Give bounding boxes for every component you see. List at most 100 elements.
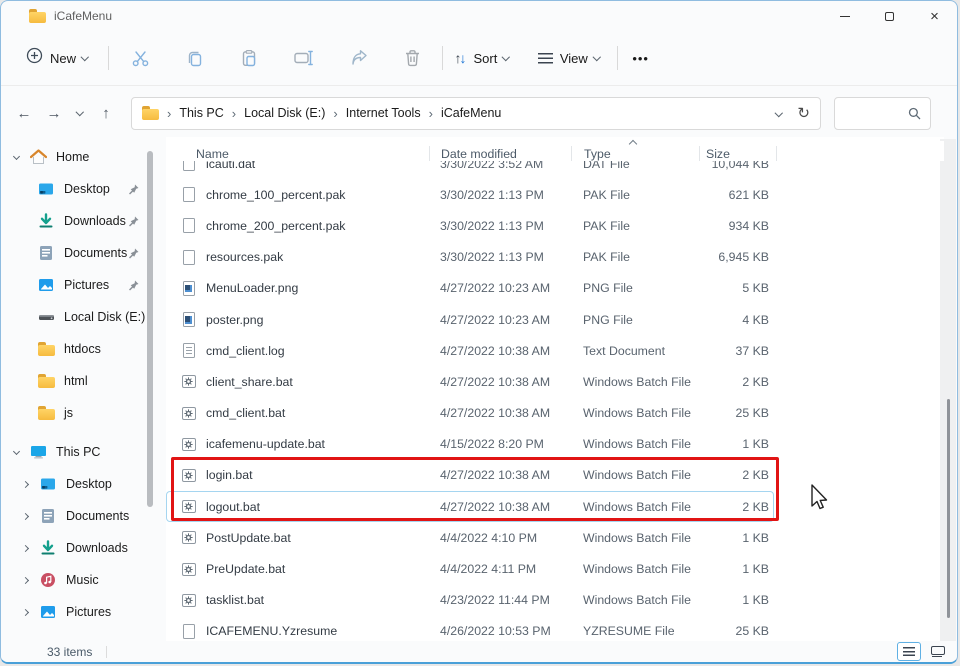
breadcrumb-item-icafemenu[interactable]: iCafeMenu <box>437 103 505 123</box>
file-row-resources-pak[interactable]: resources.pak3/30/2022 1:13 PMPAK File6,… <box>166 242 774 273</box>
breadcrumb-chevron-icon[interactable]: › <box>163 106 175 121</box>
file-row-logout-bat[interactable]: logout.bat4/27/2022 10:38 AMWindows Batc… <box>166 491 774 522</box>
file-row-icafemenu-yzresume[interactable]: ICAFEMENU.Yzresume4/26/2022 10:53 PMYZRE… <box>166 616 774 647</box>
sidebar-item-documents[interactable]: Documents <box>1 500 166 532</box>
sidebar-item-documents[interactable]: Documents <box>1 237 166 269</box>
chevron-down-icon[interactable] <box>9 156 23 159</box>
breadcrumb-item-internet-tools[interactable]: Internet Tools <box>342 103 425 123</box>
breadcrumb-item-this-pc[interactable]: This PC <box>175 103 227 123</box>
file-icon <box>180 218 197 233</box>
breadcrumb-item-local-disk-e[interactable]: Local Disk (E:) <box>240 103 329 123</box>
copy-button[interactable] <box>179 43 211 73</box>
chevron-right-icon[interactable] <box>19 482 33 487</box>
column-divider[interactable] <box>699 146 700 161</box>
file-list-scrollbar-track[interactable] <box>940 139 956 644</box>
chevron-down-icon[interactable] <box>9 451 23 454</box>
file-row-chrome-100-percent-pak[interactable]: chrome_100_percent.pak3/30/2022 1:13 PMP… <box>166 179 774 210</box>
file-date-modified: 4/26/2022 10:53 PM <box>440 624 583 638</box>
paste-button[interactable] <box>233 43 265 73</box>
sidebar-item-htdocs[interactable]: htdocs <box>1 333 166 365</box>
chevron-right-icon[interactable] <box>19 578 33 583</box>
chevron-right-icon[interactable] <box>19 546 33 551</box>
sidebar-item-downloads[interactable]: Downloads <box>1 205 166 237</box>
file-row-postupdate-bat[interactable]: PostUpdate.bat4/4/2022 4:10 PMWindows Ba… <box>166 522 774 553</box>
file-date-modified: 4/4/2022 4:10 PM <box>440 531 583 545</box>
address-dropdown-icon[interactable] <box>775 109 783 117</box>
file-size: 37 KB <box>705 344 769 358</box>
address-row: ← → ↑ ›This PC›Local Disk (E:)›Internet … <box>1 89 957 137</box>
column-divider[interactable] <box>571 146 572 161</box>
file-row-tasklist-bat[interactable]: tasklist.bat4/23/2022 11:44 PMWindows Ba… <box>166 585 774 616</box>
sidebar-item-home[interactable]: Home <box>1 141 166 173</box>
file-icon <box>180 624 197 639</box>
sidebar-item-html[interactable]: html <box>1 365 166 397</box>
items-count: 33 items <box>47 645 92 659</box>
column-header-name[interactable]: Name <box>196 147 441 161</box>
rename-button[interactable] <box>287 44 321 72</box>
back-button[interactable]: ← <box>9 98 39 128</box>
sidebar-item-desktop[interactable]: Desktop <box>1 173 166 205</box>
file-row-cmd-client-log[interactable]: cmd_client.log4/27/2022 10:38 AMText Doc… <box>166 335 774 366</box>
sidebar-item-js[interactable]: js <box>1 397 166 429</box>
recent-locations-button[interactable] <box>69 98 91 128</box>
close-button[interactable]: × <box>912 1 957 31</box>
file-row-icafemenu-update-bat[interactable]: icafemenu-update.bat4/15/2022 8:20 PMWin… <box>166 429 774 460</box>
close-icon: × <box>930 9 939 24</box>
file-row-client-share-bat[interactable]: client_share.bat4/27/2022 10:38 AMWindow… <box>166 366 774 397</box>
up-button[interactable]: ↑ <box>91 98 121 128</box>
large-icons-view-button[interactable] <box>925 642 949 661</box>
pictures-icon <box>37 277 55 293</box>
file-row-poster-png[interactable]: poster.png4/27/2022 10:23 AMPNG File4 KB <box>166 304 774 335</box>
share-icon <box>350 49 368 67</box>
sidebar-item-pictures[interactable]: Pictures <box>1 269 166 301</box>
see-more-button[interactable]: ••• <box>625 45 656 72</box>
sidebar-item-downloads[interactable]: Downloads <box>1 532 166 564</box>
search-box[interactable] <box>834 97 931 130</box>
file-row-cmd-client-bat[interactable]: cmd_client.bat4/27/2022 10:38 AMWindows … <box>166 398 774 429</box>
file-row-login-bat[interactable]: login.bat4/27/2022 10:38 AMWindows Batch… <box>166 460 774 491</box>
address-bar[interactable]: ›This PC›Local Disk (E:)›Internet Tools›… <box>131 97 821 130</box>
sidebar-scrollbar-thumb[interactable] <box>147 151 153 507</box>
sidebar-item-label: Downloads <box>66 541 128 555</box>
sidebar-item-this-pc[interactable]: This PC <box>1 436 166 468</box>
file-list-scrollbar-thumb[interactable] <box>947 399 950 618</box>
delete-button[interactable] <box>397 43 428 73</box>
file-row-preupdate-bat[interactable]: PreUpdate.bat4/4/2022 4:11 PMWindows Bat… <box>166 553 774 584</box>
sidebar-item-desktop[interactable]: Desktop <box>1 468 166 500</box>
file-name: cmd_client.log <box>206 344 440 358</box>
share-button[interactable] <box>343 43 375 73</box>
breadcrumb-chevron-icon[interactable]: › <box>329 106 341 121</box>
file-row-chrome-200-percent-pak[interactable]: chrome_200_percent.pak3/30/2022 1:13 PMP… <box>166 210 774 241</box>
cut-button[interactable] <box>124 43 157 74</box>
column-header-size[interactable]: Size <box>706 147 770 161</box>
new-button[interactable]: New <box>19 41 96 75</box>
view-button-label: View <box>560 51 588 66</box>
column-header-type[interactable]: Type <box>584 147 706 161</box>
sort-button[interactable]: ↑↓ Sort <box>448 44 517 72</box>
text-file-icon <box>180 343 197 358</box>
file-name: MenuLoader.png <box>206 281 440 295</box>
sidebar-item-music[interactable]: Music <box>1 564 166 596</box>
file-row-menuloader-png[interactable]: MenuLoader.png4/27/2022 10:23 AMPNG File… <box>166 273 774 304</box>
navigation-pane: HomeDesktopDownloadsDocumentsPicturesLoc… <box>1 141 166 646</box>
details-view-button[interactable] <box>897 642 921 661</box>
view-button[interactable]: View <box>531 45 607 72</box>
breadcrumb-chevron-icon[interactable]: › <box>425 106 437 121</box>
breadcrumb-chevron-icon[interactable]: › <box>228 106 240 121</box>
chevron-right-icon[interactable] <box>19 514 33 519</box>
location-folder-icon <box>142 106 159 120</box>
refresh-icon[interactable]: ↻ <box>797 104 810 122</box>
sidebar-item-pictures[interactable]: Pictures <box>1 596 166 628</box>
maximize-button[interactable] <box>867 1 912 31</box>
file-type: Windows Batch File <box>583 562 705 576</box>
forward-button[interactable]: → <box>39 98 69 128</box>
column-header-date-modified[interactable]: Date modified <box>441 147 584 161</box>
chevron-right-icon[interactable] <box>19 610 33 615</box>
minimize-button[interactable] <box>822 1 867 31</box>
column-divider[interactable] <box>429 146 430 161</box>
search-input[interactable] <box>844 105 908 121</box>
file-size: 1 KB <box>705 531 769 545</box>
sidebar-item-local-disk-e[interactable]: Local Disk (E:) <box>1 301 166 333</box>
delete-icon <box>404 49 421 67</box>
column-divider[interactable] <box>776 146 777 161</box>
